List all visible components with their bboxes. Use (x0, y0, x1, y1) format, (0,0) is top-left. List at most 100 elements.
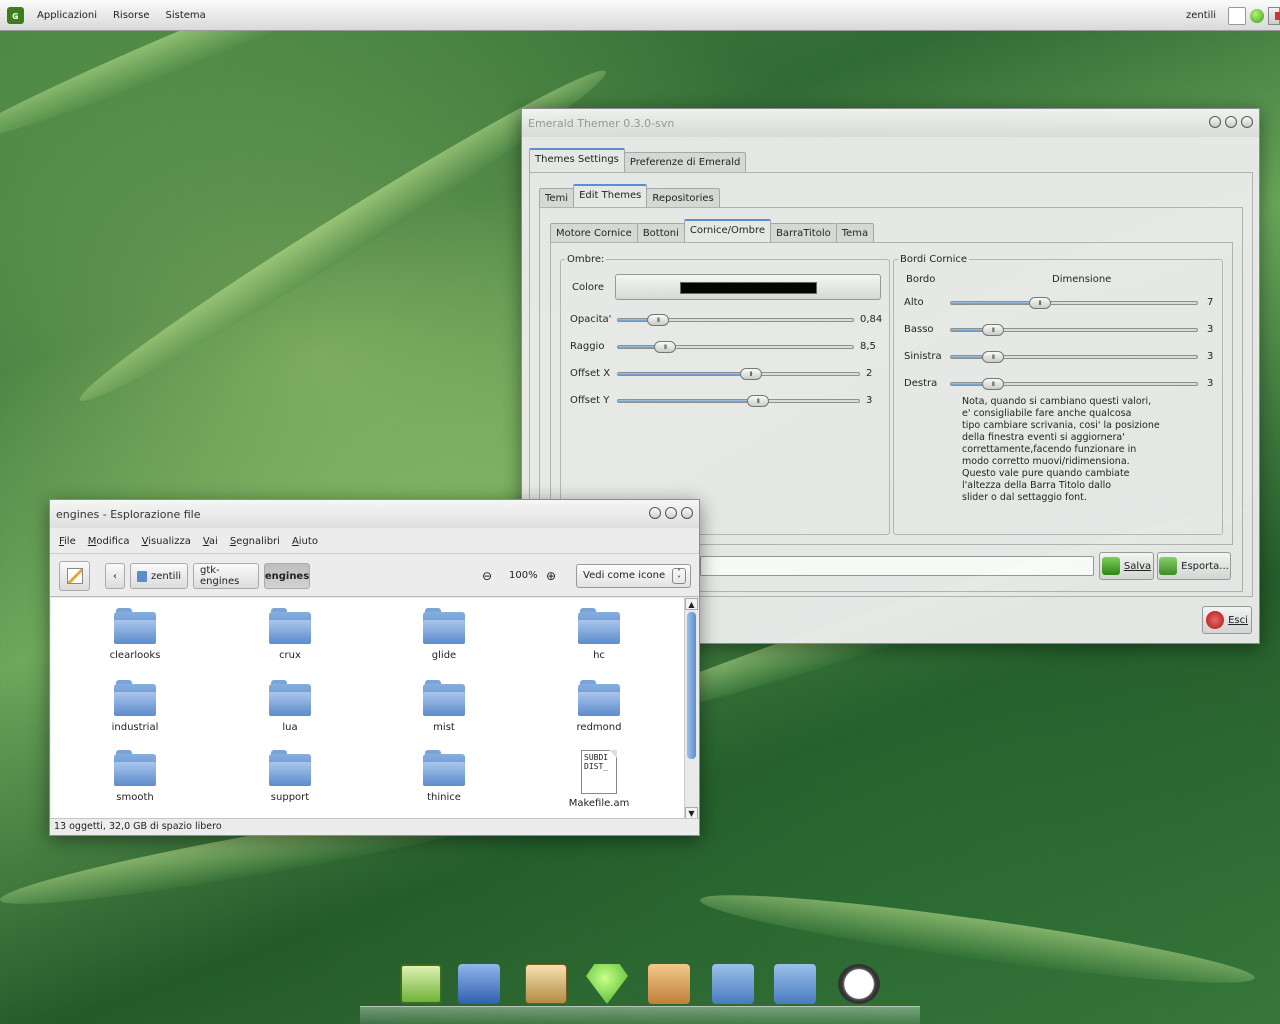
menu-sistema[interactable]: Sistema (166, 10, 206, 21)
slider-handle[interactable] (981, 324, 1004, 336)
view-mode-select[interactable]: Vedi come icone ˄ ˅ (576, 564, 691, 588)
location-toggle-button[interactable] (59, 561, 90, 591)
dock-base (360, 1006, 920, 1024)
colore-button[interactable] (615, 274, 881, 300)
slider-handle[interactable] (981, 351, 1004, 363)
close-button[interactable] (681, 507, 693, 519)
emerald-gem-icon[interactable] (586, 964, 628, 1004)
path-back-button[interactable]: ‹ (105, 563, 125, 589)
slider-handle[interactable] (981, 378, 1004, 390)
menu-risorse[interactable]: Risorse (113, 10, 150, 21)
zoom-level[interactable]: 100% (509, 570, 538, 581)
tab-cornice-ombre[interactable]: Cornice/Ombre (683, 219, 772, 243)
folder-icon[interactable] (774, 964, 816, 1004)
tab-edit-themes[interactable]: Edit Themes (573, 184, 648, 208)
ombre-slider-value: 0,84 (860, 314, 883, 325)
file-cabinet-icon[interactable] (525, 964, 567, 1004)
scroll-thumb[interactable] (687, 612, 696, 759)
scroll-up-arrow[interactable]: ▲ (685, 598, 698, 610)
menu-vai[interactable]: Vai (203, 536, 218, 547)
file-name: smooth (116, 792, 154, 803)
path-gtk-engines-button[interactable]: gtk-engines (193, 563, 259, 589)
file-item[interactable]: SUBDI DIST_ Makefile.am (544, 750, 654, 809)
bordi-slider[interactable] (950, 378, 1198, 390)
slider-handle[interactable] (646, 314, 669, 326)
tab-temi[interactable]: Temi (539, 188, 575, 208)
file-name: hc (593, 650, 605, 661)
bordi-slider[interactable] (950, 351, 1198, 363)
logout-icon[interactable] (1268, 6, 1280, 25)
menubar: File Modifica Visualizza Vai Segnalibri … (50, 532, 699, 551)
tab-bottoni[interactable]: Bottoni (636, 223, 685, 243)
tab-themes-settings[interactable]: Themes Settings (529, 148, 625, 172)
file-item[interactable]: crux (235, 608, 345, 661)
notification-icon[interactable] (1228, 6, 1246, 25)
file-item[interactable]: support (235, 750, 345, 803)
export-filename-field[interactable] (700, 556, 1094, 576)
menu-applicazioni[interactable]: Applicazioni (37, 10, 97, 21)
gnome-foot-icon[interactable] (400, 964, 442, 1004)
emerald-titlebar[interactable]: Emerald Themer 0.3.0-svn (522, 109, 1259, 137)
download-folder-icon[interactable] (712, 964, 754, 1004)
clock-icon[interactable] (838, 964, 880, 1004)
slider-handle[interactable] (1028, 297, 1051, 309)
bordi-slider-value: 3 (1207, 351, 1214, 362)
file-item[interactable]: mist (389, 680, 499, 733)
esci-button[interactable]: Esci (1202, 606, 1252, 634)
tab-repositories[interactable]: Repositories (646, 188, 720, 208)
status-online-icon[interactable] (1250, 8, 1264, 23)
gnome-foot-icon[interactable]: ɢ (7, 6, 24, 24)
menu-aiuto[interactable]: Aiuto (292, 536, 318, 547)
home-folder-icon[interactable] (458, 964, 500, 1004)
zoom-in-icon[interactable]: ⊕ (546, 569, 556, 583)
tab-tema[interactable]: Tema (835, 223, 875, 243)
ombre-slider[interactable] (617, 395, 860, 407)
tab-preferenze-emerald[interactable]: Preferenze di Emerald (623, 152, 747, 172)
file-item[interactable]: smooth (80, 750, 190, 803)
slider-handle[interactable] (654, 341, 676, 353)
menu-file[interactable]: File (59, 536, 76, 547)
minimize-button[interactable] (649, 507, 661, 519)
file-item[interactable]: clearlooks (80, 608, 190, 661)
maximize-button[interactable] (1225, 116, 1237, 128)
zoom-out-icon[interactable]: ⊖ (482, 569, 492, 583)
user-name[interactable]: zentili (1186, 10, 1216, 21)
vertical-scrollbar[interactable]: ▲ ▼ (684, 598, 698, 819)
file-name: redmond (576, 722, 622, 733)
menu-visualizza[interactable]: Visualizza (142, 536, 191, 547)
tab-barratitolo[interactable]: BarraTitolo (770, 223, 837, 243)
colore-swatch (680, 282, 817, 294)
ombre-slider[interactable] (617, 341, 854, 353)
slider-handle[interactable] (739, 368, 762, 380)
close-button[interactable] (1241, 116, 1253, 128)
folder-icon (578, 608, 620, 644)
file-item[interactable]: glide (389, 608, 499, 661)
ombre-slider-label: Raggio (570, 341, 605, 352)
menu-segnalibri[interactable]: Segnalibri (230, 536, 280, 547)
file-name: crux (279, 650, 301, 661)
path-engines-button[interactable]: engines (264, 563, 310, 589)
file-item[interactable]: hc (544, 608, 654, 661)
folder-icon (114, 750, 156, 786)
maximize-button[interactable] (665, 507, 677, 519)
bordi-slider[interactable] (950, 324, 1198, 336)
tab-motore-cornice[interactable]: Motore Cornice (550, 223, 638, 243)
bordi-slider[interactable] (950, 297, 1198, 309)
esporta-button[interactable]: Esporta... (1157, 552, 1231, 580)
ombre-slider-value: 3 (866, 395, 873, 406)
file-browser-titlebar[interactable]: engines - Esplorazione file (50, 500, 699, 528)
ombre-slider[interactable] (617, 368, 860, 380)
file-item[interactable]: redmond (544, 680, 654, 733)
save-icon (1101, 557, 1120, 575)
ombre-slider[interactable] (617, 314, 854, 326)
salva-button[interactable]: Salva (1099, 552, 1154, 580)
file-item[interactable]: industrial (80, 680, 190, 733)
file-item[interactable]: lua (235, 680, 345, 733)
menu-modifica[interactable]: Modifica (88, 536, 130, 547)
path-zentili-label: zentili (151, 570, 181, 582)
package-box-icon[interactable] (648, 964, 690, 1004)
slider-handle[interactable] (746, 395, 769, 407)
file-item[interactable]: thinice (389, 750, 499, 803)
path-zentili-button[interactable]: zentili (130, 563, 188, 589)
minimize-button[interactable] (1209, 116, 1221, 128)
